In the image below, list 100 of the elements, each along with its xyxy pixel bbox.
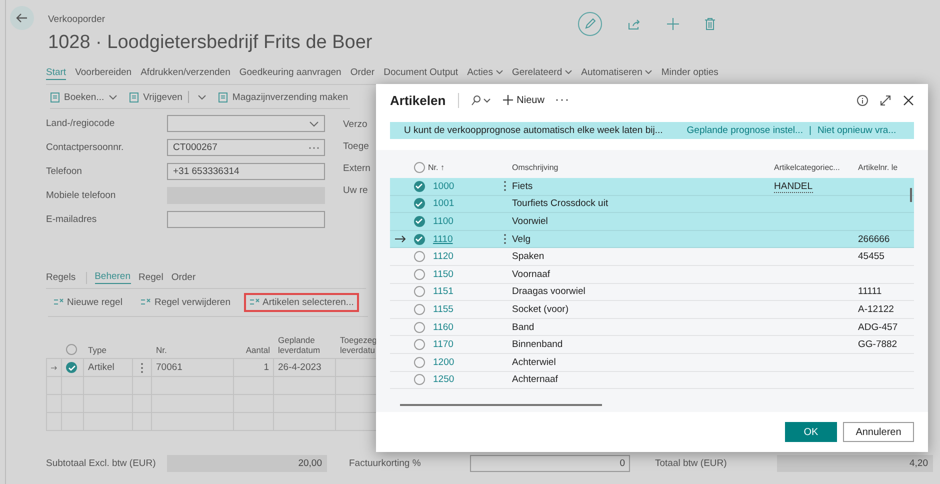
chevron-down-icon[interactable] xyxy=(198,94,206,100)
document-icon xyxy=(129,92,140,102)
list-row[interactable]: 1151 Draagas voorwiel 11111 xyxy=(390,284,914,302)
item-number-link[interactable]: 1155 xyxy=(433,304,454,315)
action-tab[interactable]: Start xyxy=(46,67,66,80)
trash-icon[interactable] xyxy=(705,18,715,30)
action-tab[interactable]: Voorbereiden xyxy=(75,67,132,80)
edit-button[interactable] xyxy=(578,12,602,36)
column-header[interactable]: Artikelcategoriec... xyxy=(774,162,858,172)
item-number-link[interactable]: 1160 xyxy=(433,322,454,333)
action-tab[interactable]: Acties xyxy=(467,67,503,80)
list-row[interactable]: 1000 Fiets HANDEL xyxy=(390,178,914,196)
column-header[interactable]: Artikelnr. le xyxy=(858,162,912,172)
total-field: 20,00 xyxy=(167,455,327,472)
row-checkbox[interactable] xyxy=(414,180,424,192)
toolbar-button[interactable]: Magazijnverzending maken xyxy=(218,91,348,103)
table-cell: Achterwiel xyxy=(512,356,556,368)
action-tab[interactable]: Minder opties xyxy=(661,67,718,80)
notification-link[interactable]: Niet opnieuw vra... xyxy=(817,125,896,136)
toolbar-button[interactable]: Vrijgeven xyxy=(129,91,206,103)
row-checkbox[interactable] xyxy=(414,234,424,245)
row-checkbox[interactable] xyxy=(66,362,77,373)
table-cell: HANDEL xyxy=(774,180,813,193)
row-checkbox[interactable] xyxy=(414,374,424,386)
list-row[interactable]: 1110 Velg 266666 xyxy=(390,230,914,248)
table-cell: 70061 xyxy=(152,359,234,376)
item-number-link[interactable]: 1200 xyxy=(433,356,454,368)
table-cell: Fiets xyxy=(512,180,533,192)
list-row[interactable]: 1001 Tourfiets Crossdock uit xyxy=(390,196,914,214)
item-number-link[interactable]: 1170 xyxy=(433,339,454,350)
action-tab[interactable]: Automatiseren xyxy=(581,67,652,80)
action-tab[interactable]: Goedkeuring aanvragen xyxy=(239,67,342,80)
list-row[interactable]: 1155 Socket (voor) A-12122 xyxy=(390,301,914,319)
plus-icon[interactable] xyxy=(667,18,679,30)
item-number-link[interactable]: 1000 xyxy=(433,180,454,192)
action-tab[interactable]: Document Output xyxy=(384,67,458,80)
item-number-link[interactable]: 1001 xyxy=(433,198,454,210)
item-number-link[interactable]: 1120 xyxy=(433,251,454,262)
row-checkbox[interactable] xyxy=(414,198,424,210)
ok-button[interactable]: OK xyxy=(785,422,837,442)
page-caption: Verkooporder xyxy=(48,14,106,25)
section-tab[interactable]: Beheren xyxy=(94,271,130,284)
item-number-link[interactable]: 1151 xyxy=(433,286,454,298)
toolbar-button[interactable]: Artikelen selecteren... xyxy=(244,293,359,312)
row-checkbox[interactable] xyxy=(414,251,424,262)
list-row[interactable]: 1160 Band ADG-457 xyxy=(390,318,914,336)
toolbar-button[interactable]: Boeken... xyxy=(50,91,118,103)
action-tab[interactable]: Gerelateerd xyxy=(512,67,572,80)
select-all-radio[interactable] xyxy=(66,344,77,355)
action-tab[interactable]: Order xyxy=(350,67,375,80)
plus-icon xyxy=(502,95,513,105)
field-label: Contactpersoonnr. xyxy=(46,142,125,153)
item-number-link[interactable]: 1250 xyxy=(433,374,454,386)
item-number-link[interactable]: 1110 xyxy=(433,234,453,245)
expand-icon[interactable] xyxy=(880,94,891,106)
row-checkbox[interactable] xyxy=(414,356,424,368)
list-row[interactable]: 1150 Voornaaf xyxy=(390,266,914,284)
column-header[interactable]: Omschrijving xyxy=(512,162,774,172)
scrollbar[interactable] xyxy=(400,404,602,406)
row-checkbox[interactable] xyxy=(414,339,424,350)
back-button[interactable] xyxy=(10,6,34,30)
item-number-link[interactable]: 1100 xyxy=(433,216,454,227)
new-button[interactable]: Nieuw xyxy=(502,94,544,106)
input-field[interactable]: CT000267 xyxy=(167,139,325,156)
row-checkbox[interactable] xyxy=(414,216,424,227)
action-tab[interactable]: Afdrukken/verzenden xyxy=(140,67,230,80)
chevron-down-icon xyxy=(496,70,503,74)
document-icon xyxy=(50,92,61,102)
close-icon[interactable] xyxy=(903,94,914,106)
row-checkbox[interactable] xyxy=(414,268,424,280)
notification-link[interactable]: Geplande prognose instel... xyxy=(686,125,803,136)
chevron-down-icon[interactable] xyxy=(109,94,118,100)
table-cell: Voorwiel xyxy=(512,216,548,227)
list-row[interactable]: 1200 Achterwiel xyxy=(390,354,914,372)
row-checkbox[interactable] xyxy=(414,322,424,333)
select-all-radio[interactable] xyxy=(414,162,424,172)
toolbar-button[interactable]: Nieuwe regel xyxy=(48,293,128,312)
list-row[interactable]: 1170 Binnenband GG-7882 xyxy=(390,336,914,354)
list-row[interactable]: 1100 Voorwiel xyxy=(390,213,914,231)
row-checkbox[interactable] xyxy=(414,304,424,315)
input-field[interactable]: +31 653336314 xyxy=(167,163,325,180)
table-cell: Spaken xyxy=(512,251,544,262)
cancel-button[interactable]: Annuleren xyxy=(843,422,914,442)
dropdown-field[interactable] xyxy=(167,115,325,132)
section-tab[interactable]: Order xyxy=(171,272,196,284)
list-row[interactable]: 1250 Achternaaf xyxy=(390,372,914,390)
toolbar-button[interactable]: Regel verwijderen xyxy=(135,293,236,312)
notification-message: U kunt de verkoopprognose automatisch elke week laten bij... xyxy=(404,125,663,136)
scrollbar[interactable] xyxy=(910,188,912,202)
item-number-link[interactable]: 1150 xyxy=(433,268,454,280)
list-row[interactable]: 1120 Spaken 45455 xyxy=(390,248,914,266)
info-icon[interactable] xyxy=(857,94,868,106)
total-label: Subtotaal Excl. btw (EUR) xyxy=(46,458,157,469)
search-icon[interactable] xyxy=(470,94,491,106)
share-icon[interactable] xyxy=(628,18,641,30)
section-tab[interactable]: Regel xyxy=(138,272,164,284)
column-header[interactable]: Nr. ↑ xyxy=(428,162,497,172)
row-checkbox[interactable] xyxy=(414,286,424,298)
input-field[interactable] xyxy=(167,211,325,228)
column-header: Geplande leverdatum xyxy=(277,335,322,355)
